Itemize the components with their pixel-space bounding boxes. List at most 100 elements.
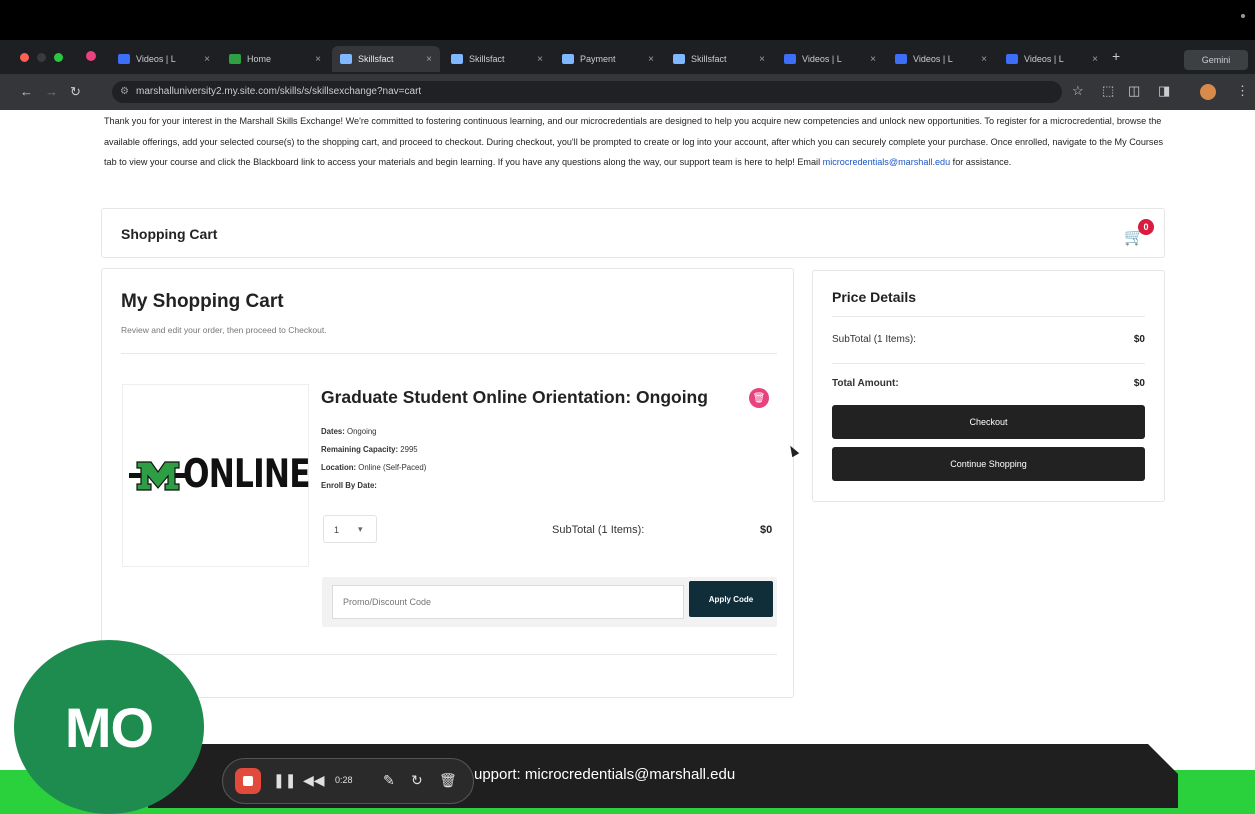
maximize-window-icon[interactable] [54,53,63,62]
subtotal-value: $0 [1133,334,1145,345]
total-label: Total Amount: [832,378,899,389]
browser-tab[interactable]: Payment × [554,46,662,72]
tab-title: Videos | L [913,54,953,64]
dates-label: Dates: [321,427,345,436]
top-bezel [0,0,1255,40]
delete-recording-icon[interactable]: 🗑 [439,772,457,789]
tab-strip-icon[interactable]: ◨ [1158,83,1170,99]
tab-favicon-icon [451,54,463,64]
tab-close-icon[interactable]: × [648,54,654,65]
avatar-initials: MO [64,695,154,759]
url-text: marshalluniversity2.my.site.com/skills/s… [136,86,422,97]
marshall-m-logo-icon [129,461,187,491]
promo-code-input[interactable] [332,585,684,619]
stop-recording-button[interactable] [235,768,261,794]
minimize-window-icon[interactable] [37,53,46,62]
tab-title: Videos | L [802,54,842,64]
browser-tab[interactable]: Home × [221,46,329,72]
browser-tab[interactable]: Videos | L × [110,46,218,72]
reload-icon[interactable]: ↻ [70,84,81,100]
tab-favicon-icon [229,54,241,64]
support-email-link[interactable]: microcredentials@marshall.edu [823,157,951,167]
apply-code-button[interactable]: Apply Code [689,581,773,617]
my-shopping-cart-subtitle: Review and edit your order, then proceed… [121,325,327,335]
camera-dot [1241,14,1245,18]
shopping-cart-header: Shopping Cart 🛒 0 [101,208,1165,258]
screen: Videos | L × Home × Skillsfact × Skillsfact × Pa… [0,0,1255,814]
support-banner-text: upport: microcredentials@marshall.edu [474,766,736,783]
enroll-by-row: Enroll By Date: [321,481,377,490]
dates-row: Dates: Ongoing [321,427,377,436]
trash-icon: 🗑 [752,392,766,404]
tab-close-icon[interactable]: × [1092,54,1098,65]
browser-tab[interactable]: Videos | L × [887,46,995,72]
tab-search-icon[interactable] [86,51,96,61]
item-subtotal-value: $0 [760,524,773,536]
tab-favicon-icon [118,54,130,64]
extensions-icon[interactable]: ⬚ [1102,83,1114,99]
location-row: Location: Online (Self-Paced) [321,463,426,472]
tab-title: Skillsfact [691,54,727,64]
divider [121,654,777,655]
capacity-row: Remaining Capacity: 2995 [321,445,418,454]
tab-close-icon[interactable]: × [426,54,432,65]
intro-paragraph: Thank you for your interest in the Marsh… [104,111,1164,173]
course-title[interactable]: Graduate Student Online Orientation: Ong… [321,387,708,408]
browser-tab[interactable]: Videos | L × [776,46,884,72]
browser-tab[interactable]: Videos | L × [998,46,1106,72]
tab-close-icon[interactable]: × [981,54,987,65]
tab-close-icon[interactable]: × [759,54,765,65]
tab-favicon-icon [562,54,574,64]
sidepanel-icon[interactable]: ◫ [1128,83,1140,99]
tab-close-icon[interactable]: × [870,54,876,65]
pause-icon[interactable]: ❚❚ [273,772,296,789]
menu-icon[interactable]: ⋮ [1236,83,1249,99]
rewind-icon[interactable]: ◀◀ [303,772,325,789]
tab-close-icon[interactable]: × [537,54,543,65]
logo-text: ONLINE [183,452,311,497]
continue-shopping-button[interactable]: Continue Shopping [832,447,1145,481]
webcam-avatar: MO [14,640,204,814]
browser-tab[interactable]: Skillsfact × [665,46,773,72]
restart-icon[interactable]: ↻ [411,772,423,789]
profile-avatar[interactable] [1200,84,1216,100]
total-value: $0 [1133,378,1145,389]
capacity-value: 2995 [400,445,418,454]
checkout-button[interactable]: Checkout [832,405,1145,439]
divider [121,353,777,354]
window-controls [20,53,63,62]
tab-favicon-icon [1006,54,1018,64]
back-icon[interactable]: ← [20,84,33,99]
item-subtotal-label: SubTotal (1 Items): [552,524,645,536]
shopping-cart-title: Shopping Cart [121,226,218,242]
close-window-icon[interactable] [20,53,29,62]
tab-close-icon[interactable]: × [204,54,210,65]
delete-item-button[interactable]: 🗑 [749,388,769,408]
forward-icon[interactable]: → [45,84,58,99]
my-shopping-cart-card: My Shopping Cart Review and edit your or… [101,268,794,698]
price-details-card: Price Details SubTotal (1 Items): $0 Tota… [812,270,1165,502]
address-bar-row: ← → ↻ ⚙ marshalluniversity2.my.site.com/… [0,74,1255,110]
dates-value: Ongoing [347,427,377,436]
tab-favicon-icon [673,54,685,64]
tab-favicon-icon [340,54,352,64]
browser-tab[interactable]: Skillsfact × [332,46,440,72]
recording-toolbar: ❚❚ ◀◀ 0:28 ✎ ↻ 🗑 [222,758,474,804]
browser-tab[interactable]: Skillsfact × [443,46,551,72]
bookmark-star-icon[interactable]: ☆ [1072,83,1084,99]
subtotal-row: SubTotal (1 Items): $0 [832,334,1145,345]
tab-title: Videos | L [1024,54,1064,64]
url-field[interactable]: ⚙ marshalluniversity2.my.site.com/skills… [112,81,1062,103]
quantity-select[interactable]: 1 ▾ [323,515,377,543]
tab-title: Home [247,54,272,64]
tab-bar: Videos | L × Home × Skillsfact × Skillsfact × Pa… [0,40,1255,74]
new-tab-button[interactable]: + [1112,48,1120,64]
tab-close-icon[interactable]: × [315,54,321,65]
quantity-value: 1 [334,525,340,535]
capacity-label: Remaining Capacity: [321,445,399,454]
gemini-button[interactable]: Gemini [1184,50,1248,70]
draw-tool-icon[interactable]: ✎ [383,772,395,789]
site-info-icon[interactable]: ⚙ [120,86,129,97]
total-row: Total Amount: $0 [832,378,1145,389]
course-item: Graduate Student Online Orientation: Ong… [309,379,777,574]
